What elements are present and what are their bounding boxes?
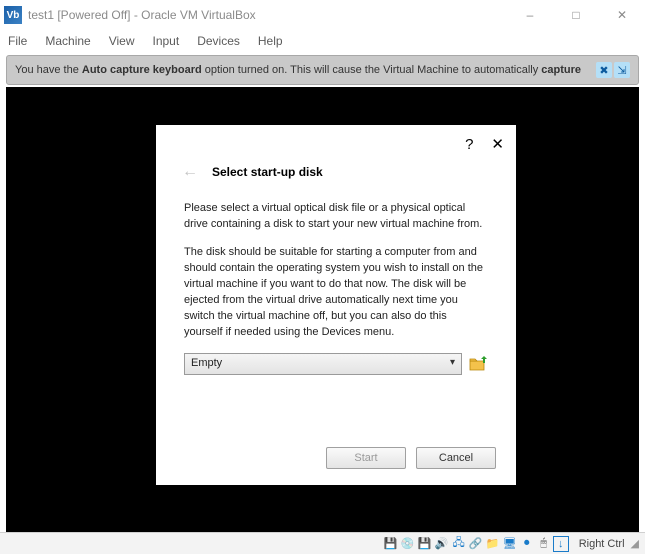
mouse-integration-icon[interactable]: 🖱 (536, 536, 552, 552)
vm-display-area: ? ✕ ← Select start-up disk Please select… (6, 87, 639, 535)
minimize-button[interactable]: – (507, 0, 553, 30)
back-arrow-icon[interactable]: ← (182, 163, 198, 181)
menu-bar: File Machine View Input Devices Help (0, 30, 645, 52)
menu-view[interactable]: View (109, 34, 135, 48)
resize-grip-icon: ◢ (631, 537, 639, 550)
start-button[interactable]: Start (326, 447, 406, 469)
notification-dismiss-icon[interactable]: ✖ (596, 62, 612, 78)
close-window-button[interactable]: ✕ (599, 0, 645, 30)
network-icon[interactable]: 🖧 (451, 536, 467, 552)
status-bar: 💾 💿 💾 🔊 🖧 🔗 📁 🖥 ⏺ 🖱 ↓ Right Ctrl ◢ (0, 532, 645, 554)
audio-icon[interactable]: 🔊 (434, 536, 450, 552)
notification-text: You have the Auto capture keyboard optio… (15, 63, 590, 77)
window-titlebar: Vb test1 [Powered Off] - Oracle VM Virtu… (0, 0, 645, 30)
floppy-icon[interactable]: 💾 (417, 536, 433, 552)
disk-select-value: Empty (191, 356, 222, 372)
dialog-title: Select start-up disk (212, 165, 323, 179)
menu-help[interactable]: Help (258, 34, 283, 48)
startup-disk-dialog: ? ✕ ← Select start-up disk Please select… (156, 125, 516, 485)
disk-select-combobox[interactable]: Empty (184, 353, 462, 375)
dialog-help-button[interactable]: ? (465, 136, 473, 153)
usb-icon[interactable]: 🔗 (468, 536, 484, 552)
window-title: test1 [Powered Off] - Oracle VM VirtualB… (28, 8, 507, 22)
hard-disk-icon[interactable]: 💾 (383, 536, 399, 552)
keyboard-capture-icon[interactable]: ↓ (553, 536, 569, 552)
menu-input[interactable]: Input (153, 34, 180, 48)
optical-drive-icon[interactable]: 💿 (400, 536, 416, 552)
maximize-button[interactable]: □ (553, 0, 599, 30)
display-icon[interactable]: 🖥 (502, 536, 518, 552)
cancel-button[interactable]: Cancel (416, 447, 496, 469)
host-key-label: Right Ctrl (579, 538, 625, 550)
notification-expand-icon[interactable]: ⇲ (614, 62, 630, 78)
virtualbox-app-icon: Vb (4, 6, 22, 24)
dialog-paragraph-1: Please select a virtual optical disk fil… (184, 201, 488, 233)
menu-file[interactable]: File (8, 34, 27, 48)
menu-devices[interactable]: Devices (197, 34, 240, 48)
dialog-close-button[interactable]: ✕ (491, 135, 504, 153)
shared-folders-icon[interactable]: 📁 (485, 536, 501, 552)
recording-icon[interactable]: ⏺ (519, 536, 535, 552)
browse-disk-button[interactable] (468, 354, 488, 374)
menu-machine[interactable]: Machine (45, 34, 90, 48)
dialog-paragraph-2: The disk should be suitable for starting… (184, 245, 488, 341)
folder-up-icon (469, 356, 487, 372)
notification-bar: You have the Auto capture keyboard optio… (6, 55, 639, 85)
